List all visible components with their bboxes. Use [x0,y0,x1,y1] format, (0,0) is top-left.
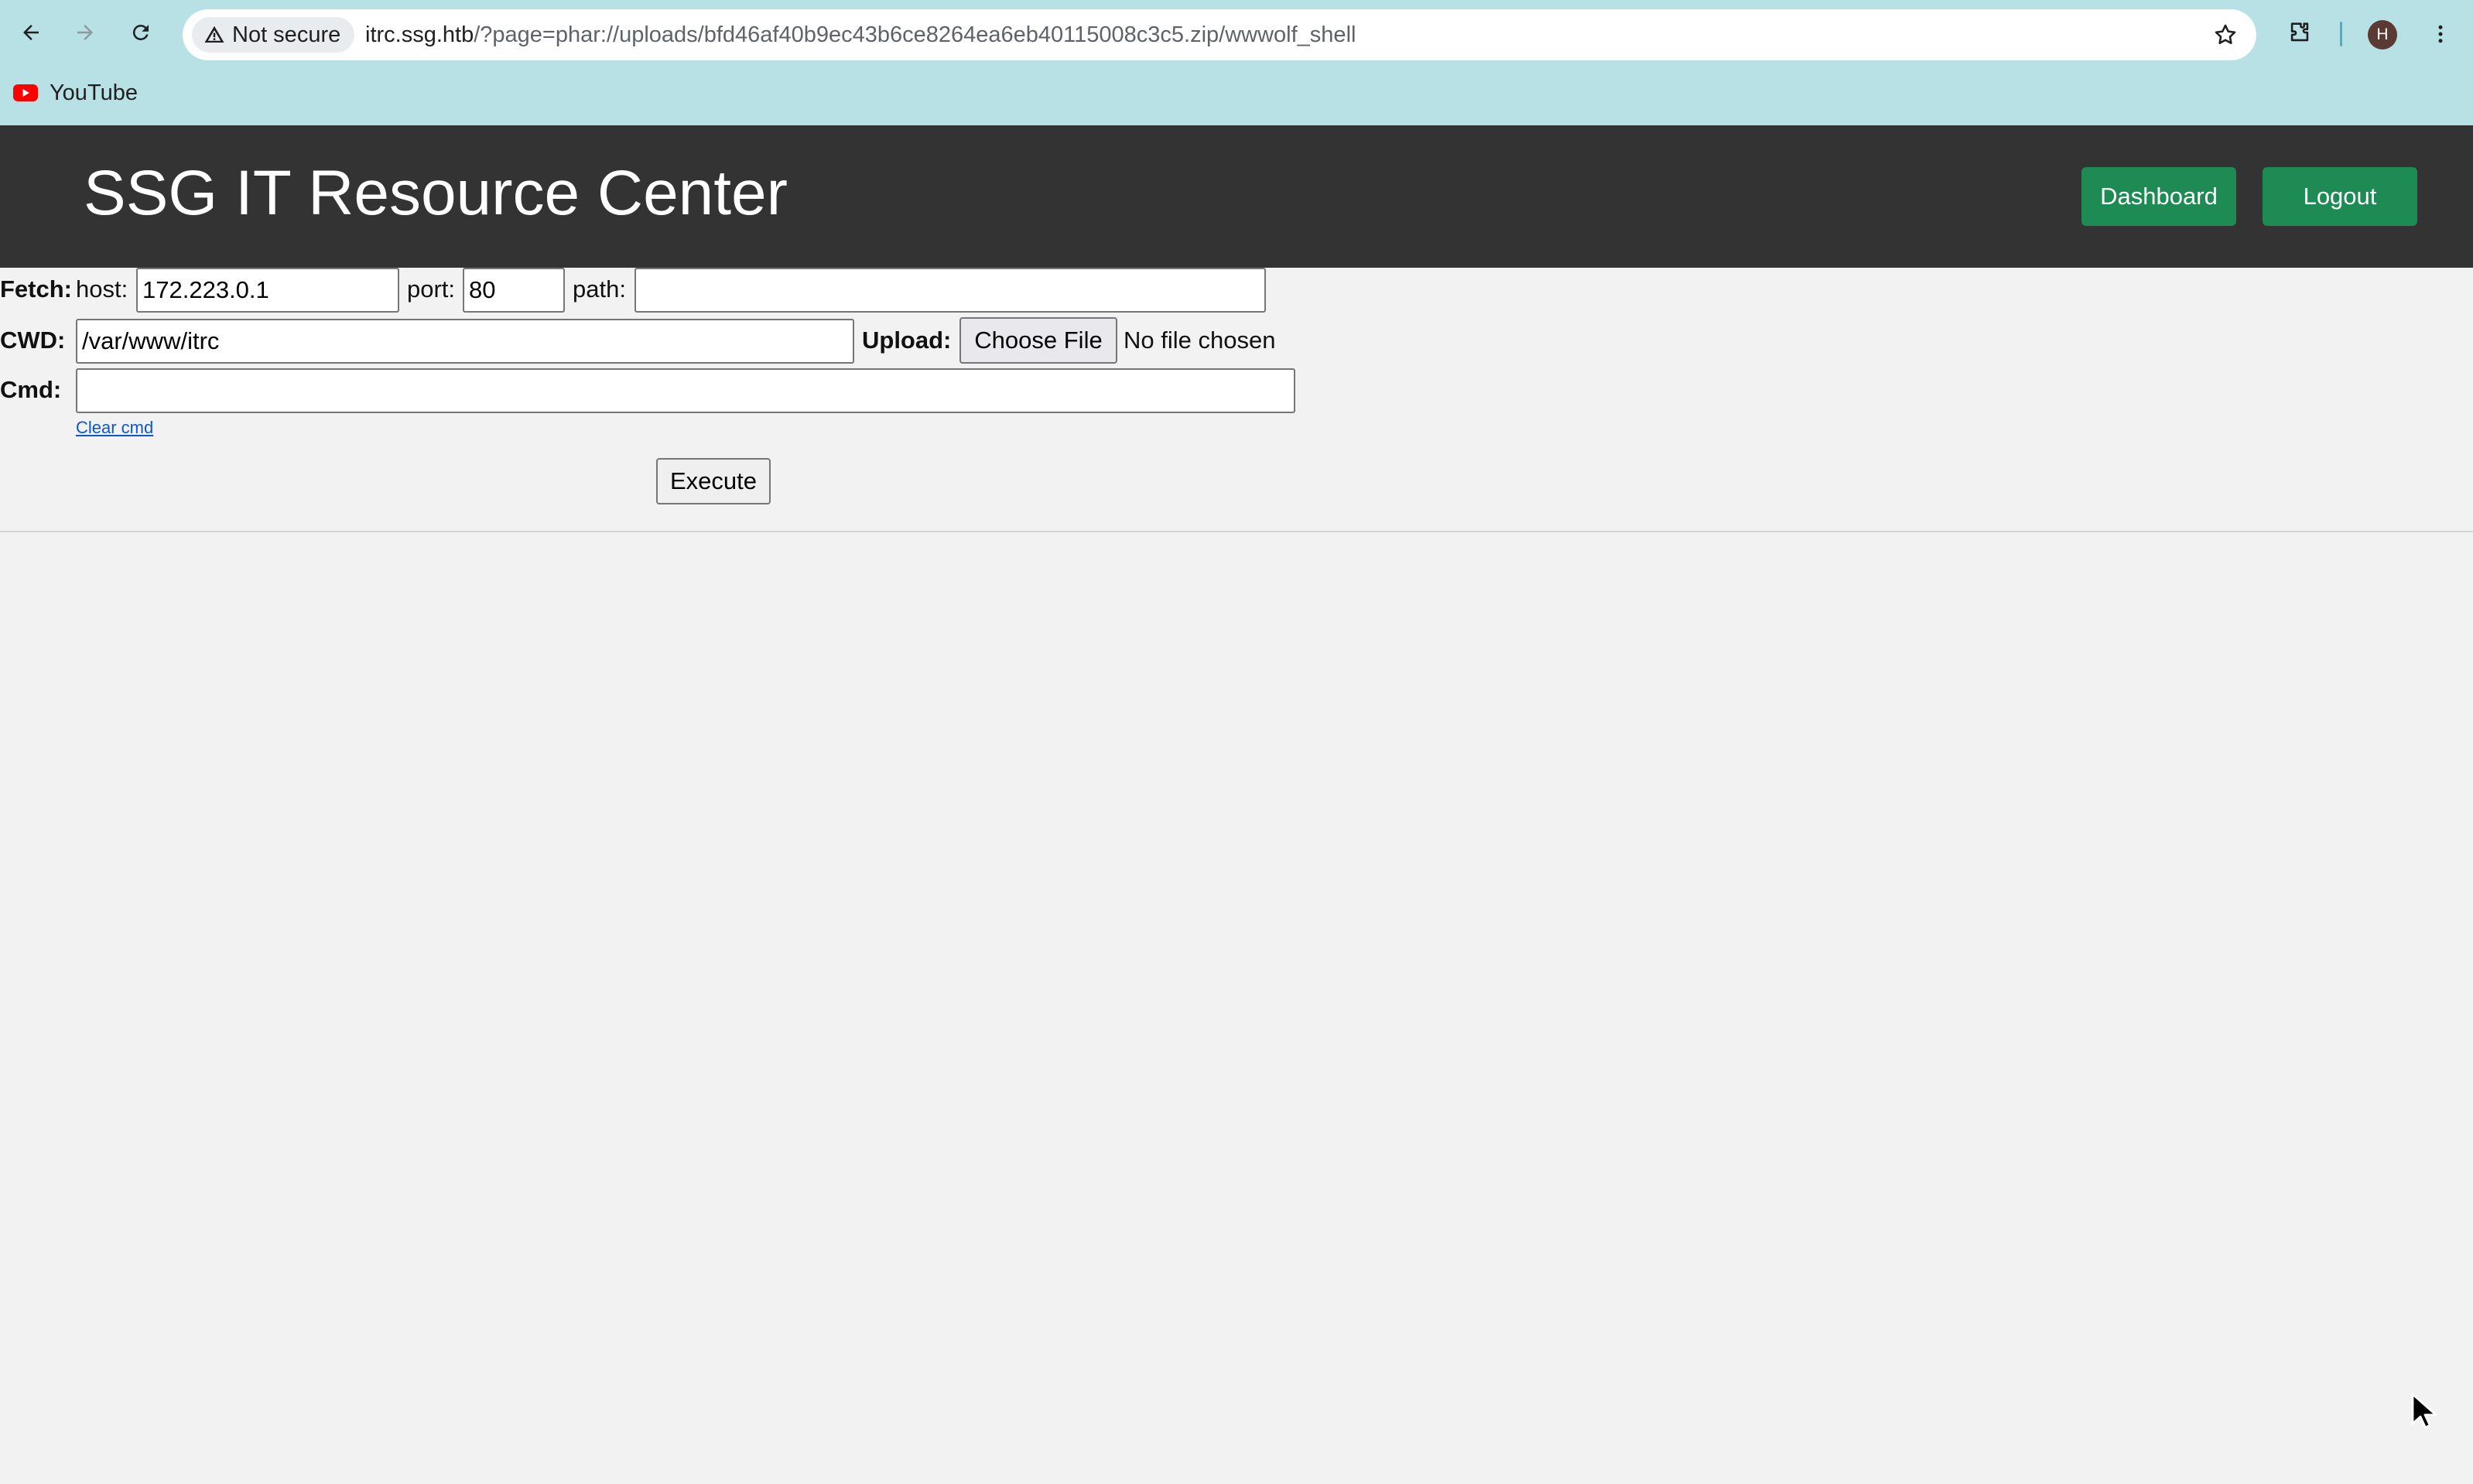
back-button[interactable] [14,15,48,50]
url-host: itrc.ssg.htb [365,22,474,47]
profile-avatar[interactable]: H [2368,20,2397,50]
port-label: port: [407,275,456,303]
shell-form: Fetch: host: port: path: CWD: Upload: Ch… [0,268,2473,531]
forward-button[interactable] [68,15,102,50]
forward-arrow-icon [77,25,93,40]
site-title: SSG IT Resource Center [84,158,788,228]
security-label: Not secure [232,22,341,47]
fetch-label: Fetch: [0,275,72,303]
youtube-icon [13,84,38,101]
choose-file-button[interactable]: Choose File [959,317,1117,364]
bookmark-label: YouTube [50,80,138,105]
clear-cmd-link[interactable]: Clear cmd [76,418,153,438]
cmd-input[interactable] [76,368,1295,413]
url-text[interactable]: itrc.ssg.htb/?page=phar://uploads/bfd46a… [365,20,1356,50]
toolbar-divider [2340,22,2342,46]
warning-icon [204,26,224,43]
logout-button[interactable]: Logout [2263,167,2417,226]
mouse-cursor-icon [2411,1393,2437,1429]
extensions-button[interactable] [2283,15,2317,50]
bookmark-youtube[interactable]: YouTube [12,76,138,110]
execute-button[interactable]: Execute [656,458,771,504]
reload-button[interactable] [124,15,158,50]
browser-menu-button[interactable] [2423,17,2458,51]
kebab-menu-icon [2438,25,2443,43]
path-label: path: [573,275,626,303]
host-input[interactable] [136,268,399,313]
security-indicator[interactable]: Not secure [192,17,355,53]
file-status-text: No file chosen [1124,327,1276,354]
puzzle-icon [2290,22,2309,42]
cwd-input[interactable] [76,319,854,364]
port-input[interactable] [463,268,565,313]
form-divider [0,531,2473,532]
address-bar[interactable]: Not secure itrc.ssg.htb/?page=phar://upl… [183,9,2256,60]
host-label: host: [76,275,128,303]
bookmark-star-button[interactable] [2208,18,2242,52]
star-icon [2215,24,2236,45]
site-header: SSG IT Resource Center Dashboard Logout [0,125,2473,268]
cmd-label: Cmd: [0,376,62,403]
dashboard-button[interactable]: Dashboard [2081,167,2236,226]
cwd-label: CWD: [0,327,66,354]
url-path: /?page=phar://uploads/bfd46af40b9ec43b6c… [474,22,1356,47]
reload-icon [132,24,149,40]
path-input[interactable] [634,268,1266,313]
upload-label: Upload: [862,327,952,354]
browser-toolbar: Not secure itrc.ssg.htb/?page=phar://upl… [0,0,2473,125]
back-arrow-icon [23,25,39,40]
